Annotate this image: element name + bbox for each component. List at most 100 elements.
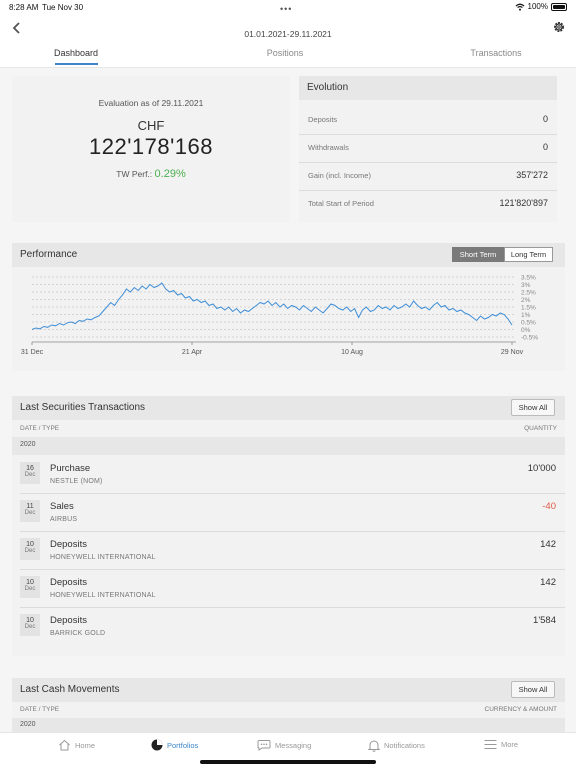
securities-header: Last Securities Transactions Show All [12,396,565,420]
chart-series-line [31,282,513,330]
nav-more[interactable]: More [484,739,518,750]
evaluation-card: Evaluation as of 29.11.2021 CHF 122'178'… [12,76,290,222]
dashboard-content: Evaluation as of 29.11.2021 CHF 122'178'… [0,68,576,732]
performance-chart: 3.5%3%2.5%2%1.5%1%0.5%0%-0.5% 31 Dec 21 Ap… [21,275,538,357]
date-day: 10 [26,617,34,624]
battery-icon [551,2,567,11]
evolution-label-deposits: Deposits [308,115,338,124]
evolution-label-gain: Gain (incl. Income) [308,171,371,180]
divider [299,162,557,163]
chart-x-tick-label: 31 Dec [21,349,44,356]
nav-home[interactable]: Home [58,739,95,751]
transaction-quantity: 142 [540,539,556,550]
evolution-label-withdrawals: Withdrawals [308,143,349,152]
long-term-toggle[interactable]: Long Term [504,247,553,262]
nav-home-label: Home [75,740,96,750]
securities-title: Last Securities Transactions [20,402,146,413]
transaction-type: Sales [50,501,74,512]
transaction-security: HONEYWELL INTERNATIONAL [50,554,156,561]
tab-dashboard[interactable]: Dashboard [40,48,112,58]
bell-icon [368,740,380,752]
nav-notifications-label: Notifications [384,741,425,750]
divider [299,134,557,135]
year-label: 2020 [20,721,36,728]
cash-header: Last Cash Movements Show All [12,678,565,702]
chart-y-tick-label: 0.5% [521,320,536,327]
chat-bubble-icon [257,740,271,751]
date-day: 11 [26,503,34,510]
battery-percent: 100% [527,2,548,11]
date-month: Dec [24,586,36,592]
transaction-type: Deposits [50,615,87,626]
tab-bar: Dashboard Positions Transactions [0,42,576,68]
evaluation-amount: 122'178'168 [88,134,214,159]
date-badge: 10 Dec [20,576,40,598]
securities-card: Last Securities Transactions Show All DA… [12,396,565,656]
evolution-value-total-start: 121'820'897 [499,198,549,208]
evaluation-currency: CHF [137,118,165,133]
transaction-row[interactable]: 10 Dec Deposits HONEYWELL INTERNATIONAL 1… [12,569,565,607]
transaction-row[interactable]: 11 Dec Sales AIRBUS -40 [12,493,565,531]
chart-y-tick-label: 1.5% [521,305,536,312]
date-month: Dec [24,548,36,554]
transaction-row[interactable]: 10 Dec Deposits BARRICK GOLD 1'584 [12,607,565,645]
year-group-header: 2020 [12,718,565,732]
transaction-quantity: 142 [540,577,556,588]
evolution-label-total-start: Total Start of Period [308,199,374,208]
gear-icon[interactable] [552,20,566,34]
year-group-header: 2020 [12,437,565,455]
chart-y-tick-label: 2.5% [521,290,536,297]
menu-icon [484,740,497,749]
date-badge: 16 Dec [20,462,40,484]
transaction-security: BARRICK GOLD [50,630,106,637]
transaction-quantity: -40 [542,501,556,512]
wifi-icon [515,3,524,11]
transaction-type: Purchase [50,463,91,474]
chart-y-tick-label: 3.5% [521,275,536,282]
year-label: 2020 [20,441,36,448]
cash-col-currency-amount: CURRENCY & AMOUNT [484,706,557,713]
status-date: Tue Nov 30 [42,3,84,12]
date-badge: 10 Dec [20,538,40,560]
nav-messaging[interactable]: Messaging [257,739,311,751]
evolution-value-gain: 357'272 [516,170,548,180]
date-month: Dec [24,510,36,516]
cash-title: Last Cash Movements [20,684,120,695]
tab-transactions[interactable]: Transactions [460,48,532,58]
transaction-row[interactable]: 16 Dec Purchase NESTLE (NOM) 10'000 [12,455,565,493]
period-range: 01.01.2021-29.11.2021 [244,29,332,39]
nav-more-label: More [501,740,519,749]
transaction-security: HONEYWELL INTERNATIONAL [50,592,156,599]
nav-notifications[interactable]: Notifications [368,739,425,752]
chart-x-tick-label: 21 Apr [182,349,203,356]
chart-y-tick-label: 0% [521,327,531,334]
performance-title: Performance [20,249,78,260]
transaction-security: AIRBUS [50,516,78,523]
short-term-toggle[interactable]: Short Term [452,247,504,262]
cash-col-date-type: DATE / TYPE [20,706,60,713]
chart-y-tick-label: 1% [521,312,531,319]
multitask-dots[interactable]: ••• [280,4,292,14]
transaction-security: NESTLE (NOM) [50,478,103,485]
chart-y-tick-label: 3% [521,282,531,289]
tab-positions[interactable]: Positions [250,48,320,58]
evolution-card: Evolution Deposits 0 Withdrawals 0 Gain … [299,76,557,222]
divider [299,190,557,191]
evolution-title: Evolution [307,82,349,93]
evolution-header: Evolution [299,76,557,100]
securities-col-quantity: QUANTITY [524,425,557,432]
chart-x-tick-label: 10 Aug [341,349,363,356]
nav-portfolios[interactable]: Portfolios [151,739,198,751]
transaction-row[interactable]: 10 Dec Deposits HONEYWELL INTERNATIONAL 1… [12,531,565,569]
date-day: 10 [26,541,34,548]
evolution-value-withdrawals: 0 [542,142,548,152]
performance-header: Performance Short Term Long Term [12,243,565,267]
cash-show-all-button[interactable]: Show All [511,681,555,698]
date-day: 16 [26,465,34,472]
date-month: Dec [24,624,36,630]
tw-performance: TW Perf.: 0.29% [12,168,290,180]
transaction-quantity: 10'000 [527,463,556,474]
status-right: 100% [515,2,567,11]
securities-show-all-button[interactable]: Show All [511,399,555,416]
home-indicator [200,760,376,764]
